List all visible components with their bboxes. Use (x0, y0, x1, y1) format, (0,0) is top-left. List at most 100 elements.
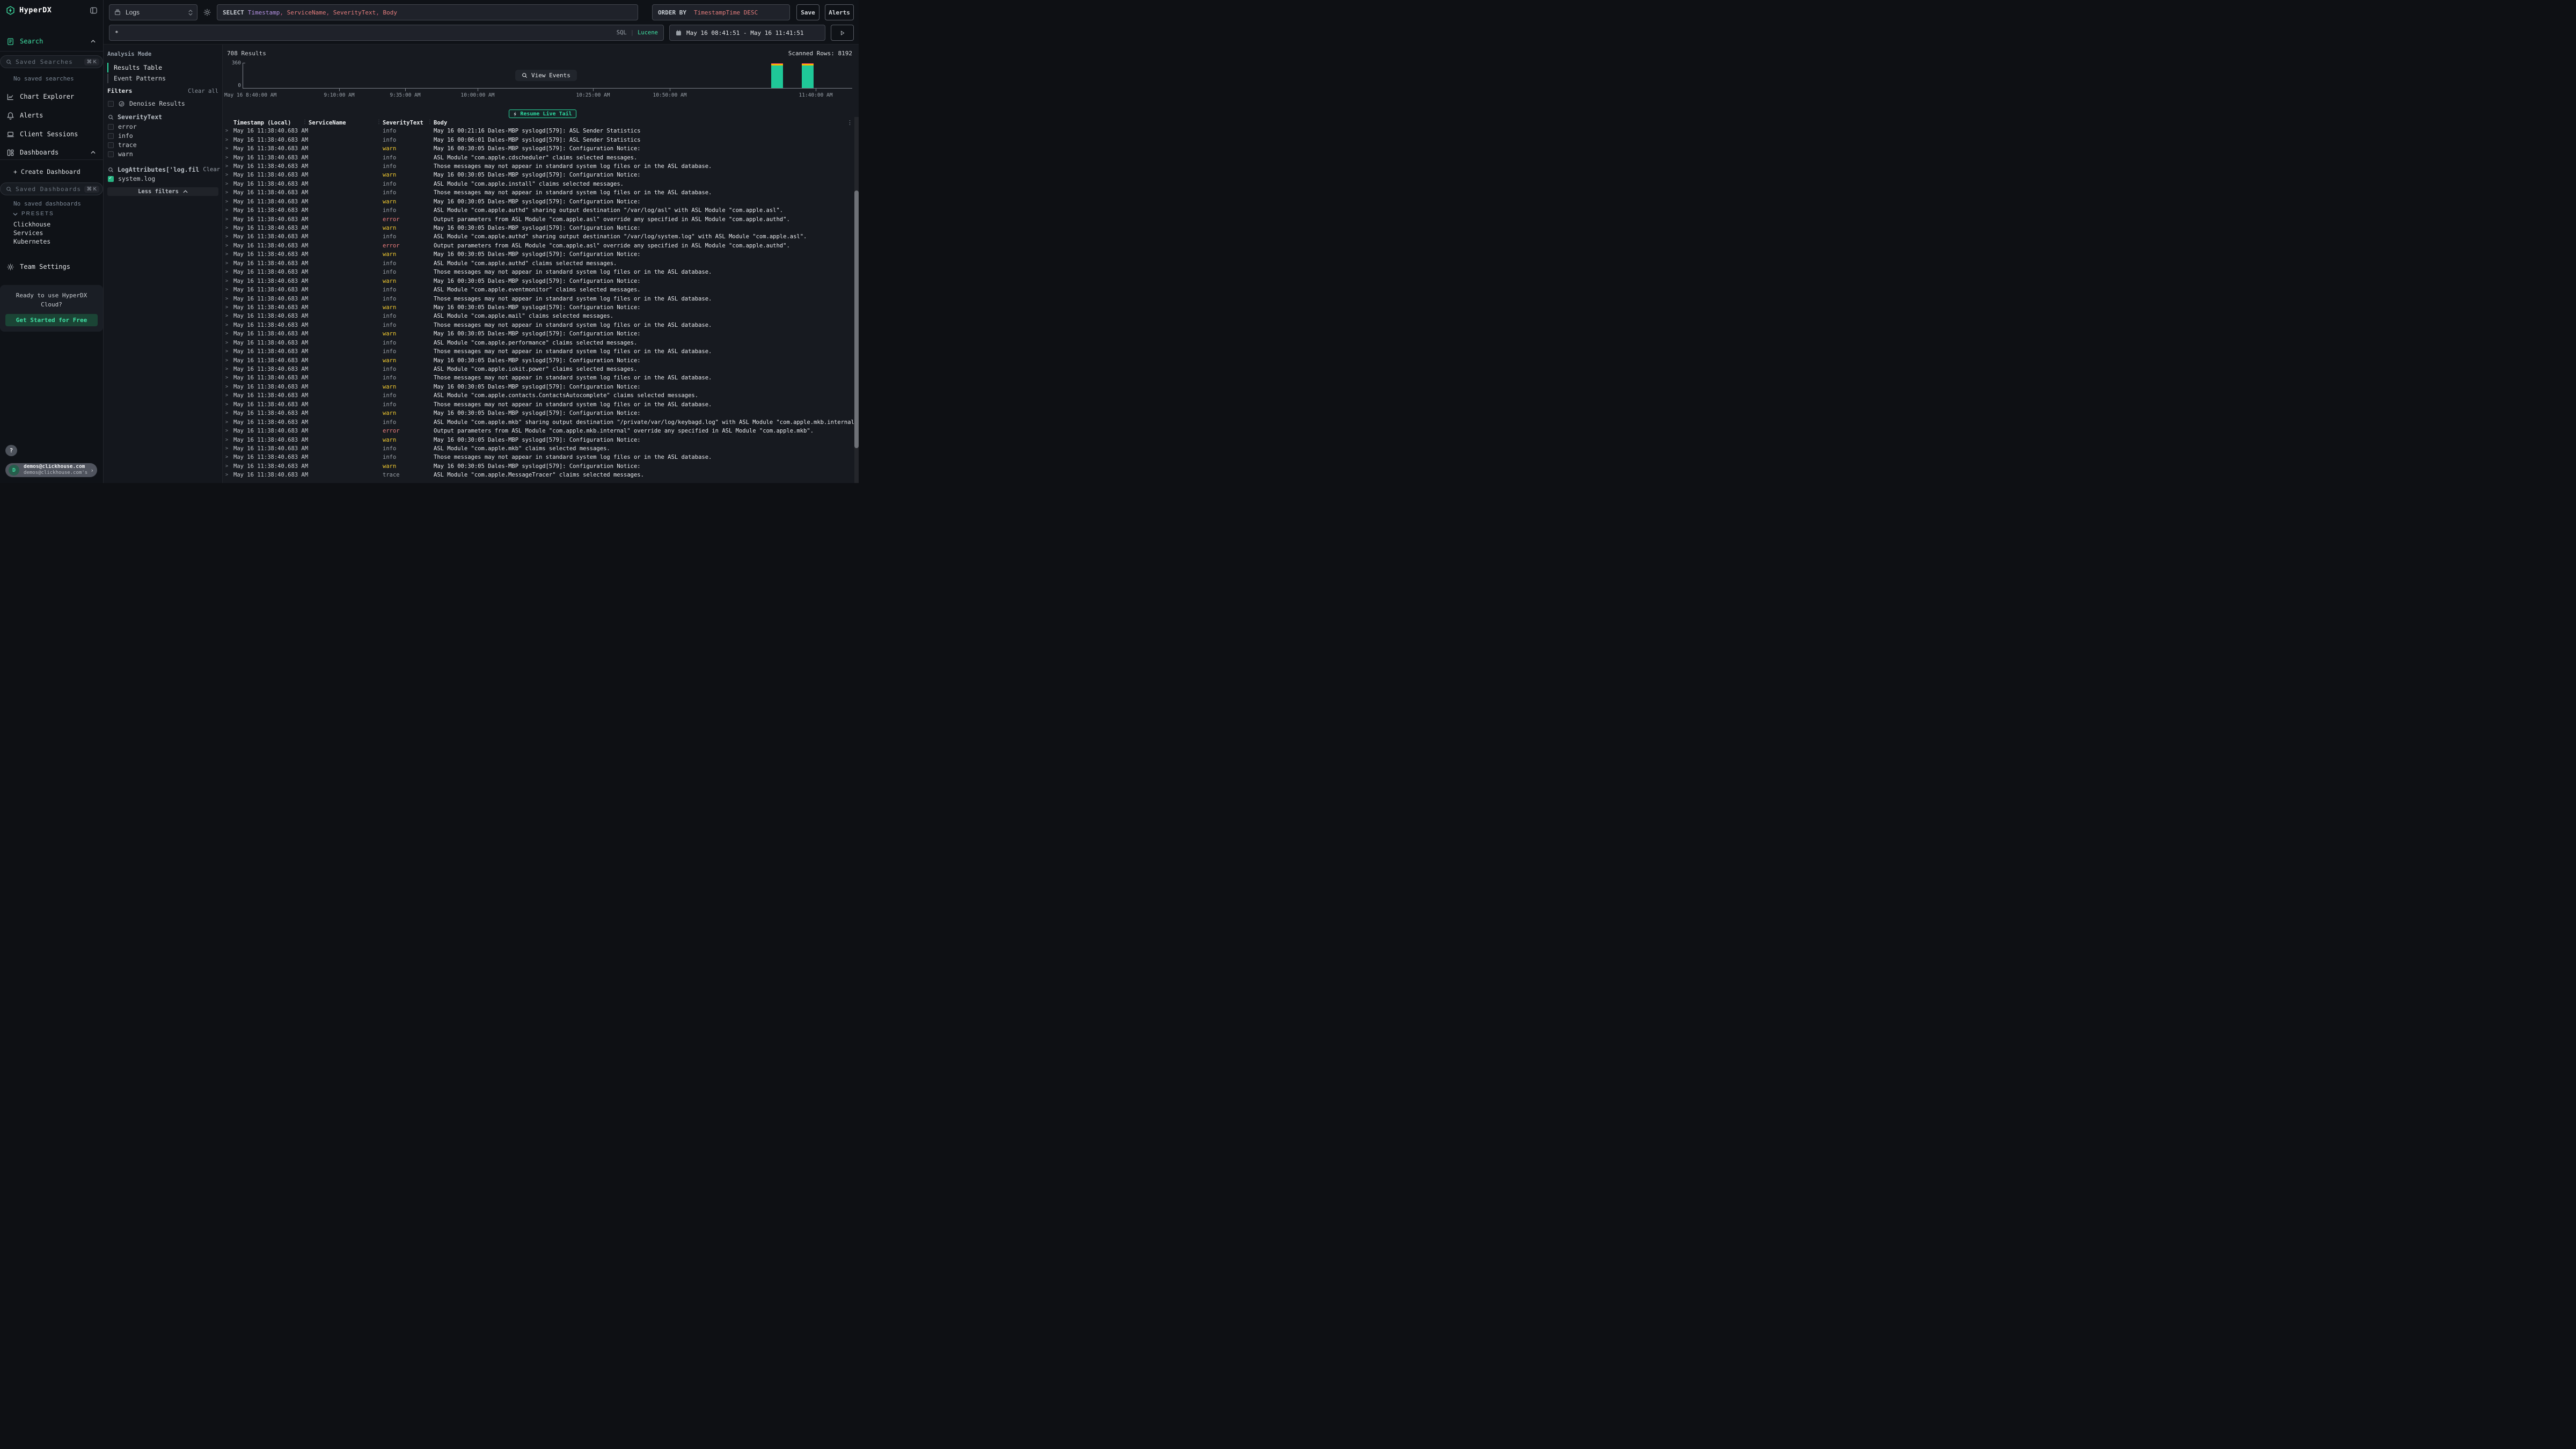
expand-chevron-icon[interactable]: > (225, 137, 233, 143)
expand-chevron-icon[interactable]: > (225, 208, 233, 213)
table-row[interactable]: >May 16 11:38:40.683 AMinfoMay 16 00:06:… (223, 135, 854, 144)
expand-chevron-icon[interactable]: > (225, 243, 233, 248)
search-icon[interactable] (108, 114, 114, 120)
expand-chevron-icon[interactable]: > (225, 384, 233, 390)
column-resize-handle[interactable]: ⋮ (302, 119, 308, 125)
expand-chevron-icon[interactable]: > (225, 164, 233, 169)
sidebar-item-chart-explorer[interactable]: Chart Explorer (0, 91, 103, 103)
table-row[interactable]: >May 16 11:38:40.683 AMinfoThose message… (223, 374, 854, 382)
table-row[interactable]: >May 16 11:38:40.683 AMinfoASL Module "c… (223, 339, 854, 347)
header-body[interactable]: ⋮Body (434, 120, 854, 126)
table-row[interactable]: >May 16 11:38:40.683 AMwarnMay 16 00:30:… (223, 303, 854, 312)
table-row[interactable]: >May 16 11:38:40.683 AMinfoThose message… (223, 321, 854, 330)
table-row[interactable]: >May 16 11:38:40.683 AMwarnMay 16 00:30:… (223, 462, 854, 471)
expand-chevron-icon[interactable]: > (225, 269, 233, 275)
source-settings-gear-icon[interactable] (203, 8, 211, 17)
expand-chevron-icon[interactable]: > (225, 358, 233, 363)
resume-live-tail-button[interactable]: Resume Live Tail (509, 109, 576, 118)
clear-all-link[interactable]: Clear all (188, 88, 218, 94)
expand-chevron-icon[interactable]: > (225, 234, 233, 239)
get-started-button[interactable]: Get Started for Free (5, 314, 98, 326)
table-row[interactable]: >May 16 11:38:40.683 AMwarnMay 16 00:30:… (223, 383, 854, 391)
table-row[interactable]: >May 16 11:38:40.683 AMwarnMay 16 00:30:… (223, 224, 854, 232)
expand-chevron-icon[interactable]: > (225, 331, 233, 336)
table-row[interactable]: >May 16 11:38:40.683 AMinfoASL Module "c… (223, 312, 854, 320)
expand-chevron-icon[interactable]: > (225, 305, 233, 310)
chevron-up-icon[interactable] (91, 40, 96, 43)
expand-chevron-icon[interactable]: > (225, 313, 233, 319)
mode-results-table[interactable]: Results Table (107, 63, 222, 72)
expand-chevron-icon[interactable]: > (225, 323, 233, 328)
table-row[interactable]: >May 16 11:38:40.683 AMinfoASL Module "c… (223, 180, 854, 188)
expand-chevron-icon[interactable]: > (225, 349, 233, 354)
denoise-checkbox[interactable] (108, 101, 114, 107)
table-row[interactable]: >May 16 11:38:40.683 AMinfoThose message… (223, 453, 854, 462)
table-row[interactable]: >May 16 11:38:40.683 AMinfoASL Module "c… (223, 232, 854, 241)
table-row[interactable]: >May 16 11:38:40.683 AMwarnMay 16 00:30:… (223, 250, 854, 259)
checkbox[interactable] (108, 142, 114, 148)
expand-chevron-icon[interactable]: > (225, 472, 233, 478)
table-row[interactable]: >May 16 11:38:40.683 AMwarnMay 16 00:30:… (223, 276, 854, 285)
select-clause-input[interactable]: SELECT Timestamp, ServiceName, SeverityT… (217, 4, 638, 20)
column-resize-handle[interactable]: ⋮ (427, 119, 433, 125)
histogram-bar[interactable] (802, 63, 814, 88)
less-filters-button[interactable]: Less filters (107, 187, 218, 196)
table-row[interactable]: >May 16 11:38:40.683 AMinfoASL Module "c… (223, 418, 854, 426)
expand-chevron-icon[interactable]: > (225, 225, 233, 231)
help-button[interactable]: ? (5, 445, 17, 456)
expand-chevron-icon[interactable]: > (225, 411, 233, 416)
expand-chevron-icon[interactable]: > (225, 287, 233, 292)
preset-item-services[interactable]: Services (0, 229, 103, 238)
expand-chevron-icon[interactable]: > (225, 146, 233, 151)
expand-chevron-icon[interactable]: > (225, 296, 233, 302)
expand-chevron-icon[interactable]: > (225, 420, 233, 425)
create-dashboard-button[interactable]: + Create Dashboard (0, 166, 103, 178)
table-row[interactable]: >May 16 11:38:40.683 AMinfoThose message… (223, 188, 854, 197)
header-servicename[interactable]: ⋮ServiceName (309, 120, 383, 126)
histogram-bar[interactable] (771, 63, 783, 88)
search-query-input[interactable]: * SQL | Lucene (109, 25, 664, 41)
severity-option-info[interactable]: info (104, 132, 222, 140)
saved-searches-input[interactable]: Saved Searches ⌘ K (0, 55, 103, 68)
order-by-input[interactable]: ORDER BY TimestampTime DESC (652, 4, 790, 20)
expand-chevron-icon[interactable]: > (225, 217, 233, 222)
expand-chevron-icon[interactable]: > (225, 393, 233, 398)
table-row[interactable]: >May 16 11:38:40.683 AMtraceASL Module "… (223, 471, 854, 479)
table-row[interactable]: >May 16 11:38:40.683 AMinfoASL Module "c… (223, 286, 854, 294)
table-row[interactable]: >May 16 11:38:40.683 AMerrorOutput param… (223, 241, 854, 250)
table-row[interactable]: >May 16 11:38:40.683 AMinfoThose message… (223, 268, 854, 276)
sidebar-item-search[interactable]: Search (0, 35, 103, 47)
table-row[interactable]: >May 16 11:38:40.683 AMwarnMay 16 00:30:… (223, 144, 854, 153)
sidebar-collapse-icon[interactable] (90, 6, 98, 14)
expand-chevron-icon[interactable]: > (225, 199, 233, 204)
checked-checkbox[interactable] (108, 176, 114, 182)
scrollbar-thumb[interactable] (854, 191, 859, 448)
scrollbar-track[interactable] (854, 117, 859, 483)
table-row[interactable]: >May 16 11:38:40.683 AMinfoASL Module "c… (223, 365, 854, 374)
sidebar-item-alerts[interactable]: Alerts (0, 109, 103, 121)
expand-chevron-icon[interactable]: > (225, 190, 233, 195)
expand-chevron-icon[interactable]: > (225, 340, 233, 346)
logattr-clear-link[interactable]: Clear (203, 166, 220, 173)
table-row[interactable]: >May 16 11:38:40.683 AMwarnMay 16 00:30:… (223, 435, 854, 444)
sidebar-item-dashboards[interactable]: Dashboards (0, 147, 103, 158)
language-sql[interactable]: SQL (617, 30, 627, 36)
user-menu[interactable]: D demos@clickhouse.com demos@clickhouse.… (5, 463, 97, 477)
table-row[interactable]: >May 16 11:38:40.683 AMwarnMay 16 00:30:… (223, 356, 854, 364)
expand-chevron-icon[interactable]: > (225, 446, 233, 451)
severity-option-trace[interactable]: trace (104, 141, 222, 149)
expand-chevron-icon[interactable]: > (225, 402, 233, 407)
expand-chevron-icon[interactable]: > (225, 279, 233, 284)
preset-item-kubernetes[interactable]: Kubernetes (0, 238, 103, 246)
table-row[interactable]: >May 16 11:38:40.683 AMwarnMay 16 00:30:… (223, 197, 854, 206)
severity-option-warn[interactable]: warn (104, 150, 222, 158)
expand-chevron-icon[interactable]: > (225, 155, 233, 160)
expand-chevron-icon[interactable]: > (225, 172, 233, 178)
severity-option-error[interactable]: error (104, 123, 222, 130)
preset-item-clickhouse[interactable]: Clickhouse (0, 221, 103, 229)
sidebar-item-team-settings[interactable]: Team Settings (0, 261, 103, 273)
table-row[interactable]: >May 16 11:38:40.683 AMwarnMay 16 00:30:… (223, 330, 854, 338)
table-row[interactable]: >May 16 11:38:40.683 AMinfoThose message… (223, 294, 854, 303)
table-row[interactable]: >May 16 11:38:40.683 AMerrorOutput param… (223, 215, 854, 223)
table-row[interactable]: >May 16 11:38:40.683 AMinfoThose message… (223, 162, 854, 171)
